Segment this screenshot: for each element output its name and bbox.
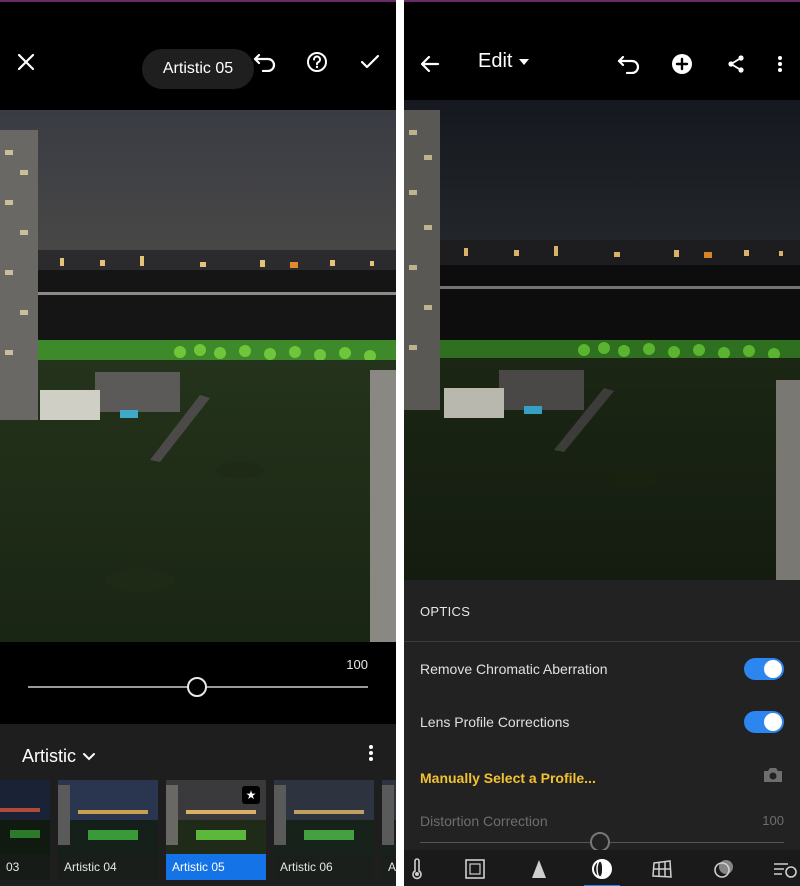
more-icon[interactable] bbox=[368, 744, 374, 767]
edit-screen: Edit OPTICS Remove Chromatic Aberration … bbox=[404, 0, 800, 886]
preset-thumb[interactable]: 03 bbox=[0, 780, 50, 880]
manual-profile-link[interactable]: Manually Select a Profile... bbox=[420, 770, 596, 786]
preset-thumb-label: 03 bbox=[0, 854, 50, 880]
back-arrow-icon[interactable] bbox=[418, 52, 442, 76]
optics-header: OPTICS bbox=[404, 580, 800, 642]
preset-thumb[interactable]: Artistic 04 bbox=[58, 780, 158, 880]
preset-thumb[interactable]: A bbox=[382, 780, 396, 880]
amount-slider-area: 100 bbox=[0, 642, 396, 724]
chevron-down-icon bbox=[83, 752, 95, 760]
edit-tools-bar bbox=[404, 850, 800, 886]
lens-profile-toggle[interactable] bbox=[744, 711, 784, 733]
chevron-down-icon bbox=[519, 58, 530, 65]
remove-ca-label: Remove Chromatic Aberration bbox=[420, 661, 608, 677]
preset-name-tooltip: Artistic 05 bbox=[142, 49, 254, 89]
close-icon[interactable] bbox=[14, 50, 38, 74]
share-icon[interactable] bbox=[724, 52, 748, 76]
photo-preview bbox=[404, 100, 800, 580]
amount-slider-thumb[interactable] bbox=[187, 677, 207, 697]
preset-thumb-label: A bbox=[382, 854, 396, 880]
preset-editor-screen: Artistic 05 100 Artistic 03 Artistic 04 … bbox=[0, 0, 396, 886]
distortion-value: 100 bbox=[762, 813, 784, 828]
lens-profile-label: Lens Profile Corrections bbox=[420, 714, 570, 730]
optics-title: OPTICS bbox=[420, 604, 471, 619]
undo-icon[interactable] bbox=[616, 52, 642, 76]
preset-thumbnails: 03 Artistic 04 ★ Artistic 05 Artistic 06… bbox=[0, 780, 396, 880]
preset-thumb[interactable]: Artistic 06 bbox=[274, 780, 374, 880]
lens-profile-row: Lens Profile Corrections bbox=[420, 707, 784, 737]
remove-ca-toggle[interactable] bbox=[744, 658, 784, 680]
photo-preview bbox=[0, 110, 396, 642]
preset-group-dropdown[interactable]: Artistic bbox=[22, 746, 96, 767]
effects-icon[interactable] bbox=[711, 856, 737, 882]
check-icon[interactable] bbox=[358, 50, 382, 74]
distortion-label: Distortion Correction bbox=[420, 813, 548, 829]
preset-strip: Artistic 03 Artistic 04 ★ Artistic 05 Ar bbox=[0, 724, 396, 886]
geometry-icon[interactable] bbox=[649, 856, 675, 882]
help-icon[interactable] bbox=[305, 50, 329, 74]
more-icon[interactable] bbox=[770, 52, 790, 76]
preset-thumb-label: Artistic 05 bbox=[166, 854, 266, 880]
distortion-slider-thumb[interactable] bbox=[590, 832, 610, 852]
preset-thumb-selected[interactable]: ★ Artistic 05 bbox=[166, 780, 266, 880]
camera-icon[interactable] bbox=[762, 766, 784, 789]
remove-ca-row: Remove Chromatic Aberration bbox=[420, 654, 784, 684]
amount-value: 100 bbox=[346, 657, 368, 672]
top-bar: Artistic 05 bbox=[0, 2, 396, 110]
preset-thumb-label: Artistic 04 bbox=[58, 854, 158, 880]
crop-icon[interactable] bbox=[462, 856, 488, 882]
preset-group-label: Artistic bbox=[22, 746, 76, 766]
top-bar: Edit bbox=[404, 2, 800, 100]
presets-icon[interactable] bbox=[772, 856, 798, 882]
optics-panel: OPTICS Remove Chromatic Aberration Lens … bbox=[404, 580, 800, 852]
star-icon: ★ bbox=[242, 786, 260, 804]
thermometer-icon[interactable] bbox=[404, 856, 430, 882]
undo-icon[interactable] bbox=[252, 50, 278, 74]
preset-thumb-label: Artistic 06 bbox=[274, 854, 374, 880]
edit-mode-dropdown[interactable]: Edit bbox=[478, 50, 530, 73]
add-icon[interactable] bbox=[670, 52, 694, 76]
detail-icon[interactable] bbox=[526, 856, 552, 882]
page-title: Edit bbox=[478, 50, 513, 72]
optics-icon[interactable] bbox=[589, 856, 615, 882]
